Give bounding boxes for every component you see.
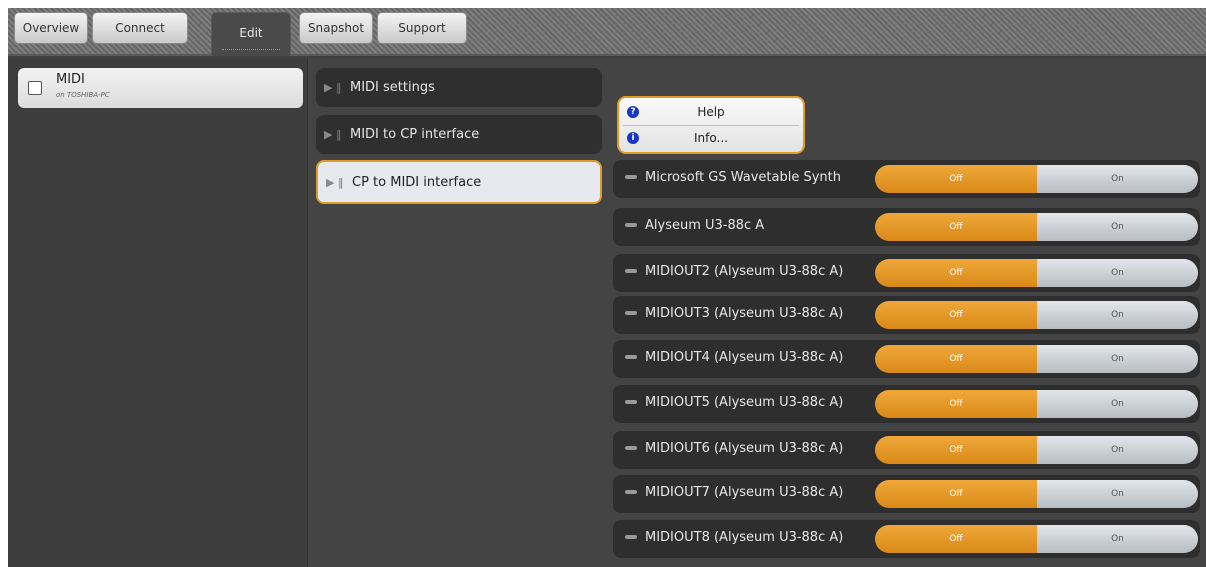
device-panel: MIDI on TOSHIBA-PC	[8, 58, 308, 567]
device-name: MIDI	[56, 72, 85, 87]
collapse-icon[interactable]	[625, 446, 637, 450]
chevron-right-icon: ▶	[324, 81, 333, 94]
port-row: MIDIOUT8 (Alyseum U3-88c A) Off On	[613, 520, 1200, 558]
collapse-icon[interactable]	[625, 490, 637, 494]
toggle-on[interactable]: On	[1037, 165, 1198, 193]
port-toggle[interactable]: Off On	[875, 165, 1198, 193]
port-name: MIDIOUT6 (Alyseum U3-88c A)	[645, 441, 844, 456]
device-checkbox[interactable]	[28, 81, 42, 95]
port-row: MIDIOUT6 (Alyseum U3-88c A) Off On	[613, 431, 1200, 469]
toggle-on[interactable]: On	[1037, 301, 1198, 329]
nav-midi-settings[interactable]: ▶ || MIDI settings	[316, 68, 602, 107]
tab-snapshot[interactable]: Snapshot	[299, 12, 373, 44]
toggle-on[interactable]: On	[1037, 390, 1198, 418]
nav-label: MIDI settings	[350, 80, 435, 95]
port-name: MIDIOUT3 (Alyseum U3-88c A)	[645, 306, 844, 321]
tab-edit[interactable]: Edit	[211, 12, 291, 56]
device-host: on TOSHIBA-PC	[56, 91, 110, 99]
navigation-panel: ▶ || MIDI settings ▶ || MIDI to CP inter…	[308, 58, 608, 567]
toggle-on[interactable]: On	[1037, 525, 1198, 553]
collapse-icon[interactable]	[625, 175, 637, 179]
port-name: MIDIOUT4 (Alyseum U3-88c A)	[645, 350, 844, 365]
toggle-on[interactable]: On	[1037, 436, 1198, 464]
toggle-on[interactable]: On	[1037, 213, 1198, 241]
port-toggle[interactable]: Off On	[875, 436, 1198, 464]
menu-divider	[623, 125, 799, 126]
port-row: Alyseum U3-88c A Off On	[613, 208, 1200, 246]
menu-label: Help	[697, 105, 725, 119]
chevron-right-icon: ▶	[324, 128, 333, 141]
port-name: MIDIOUT2 (Alyseum U3-88c A)	[645, 264, 844, 279]
toggle-on[interactable]: On	[1037, 480, 1198, 508]
toggle-off[interactable]: Off	[875, 301, 1037, 329]
collapse-icon[interactable]	[625, 311, 637, 315]
mixer-icon: ||	[336, 128, 341, 141]
port-toggle[interactable]: Off On	[875, 525, 1198, 553]
collapse-icon[interactable]	[625, 355, 637, 359]
menu-item-info[interactable]: i Info...	[619, 128, 803, 150]
nav-midi-to-cp[interactable]: ▶ || MIDI to CP interface	[316, 115, 602, 154]
toggle-off[interactable]: Off	[875, 259, 1037, 287]
toggle-off[interactable]: Off	[875, 213, 1037, 241]
collapse-icon[interactable]	[625, 269, 637, 273]
port-row: MIDIOUT5 (Alyseum U3-88c A) Off On	[613, 385, 1200, 423]
nav-label: MIDI to CP interface	[350, 127, 480, 142]
device-card[interactable]: MIDI on TOSHIBA-PC	[18, 68, 303, 108]
context-menu: ? Help i Info...	[617, 96, 805, 154]
nav-label: CP to MIDI interface	[352, 174, 482, 190]
menu-label: Info...	[694, 131, 728, 145]
collapse-icon[interactable]	[625, 223, 637, 227]
tab-overview[interactable]: Overview	[14, 12, 88, 44]
toggle-off[interactable]: Off	[875, 390, 1037, 418]
tab-connect[interactable]: Connect	[92, 12, 188, 44]
port-name: Microsoft GS Wavetable Synth	[645, 170, 842, 185]
port-toggle[interactable]: Off On	[875, 345, 1198, 373]
mixer-icon: ||	[338, 175, 343, 189]
port-row: MIDIOUT2 (Alyseum U3-88c A) Off On	[613, 254, 1200, 292]
menu-item-help[interactable]: ? Help	[619, 102, 803, 124]
toggle-on[interactable]: On	[1037, 345, 1198, 373]
toggle-off[interactable]: Off	[875, 165, 1037, 193]
tab-support[interactable]: Support	[377, 12, 467, 44]
collapse-icon[interactable]	[625, 535, 637, 539]
app-window: Overview Connect Edit Snapshot Support M…	[8, 8, 1206, 567]
port-toggle[interactable]: Off On	[875, 390, 1198, 418]
toggle-off[interactable]: Off	[875, 525, 1037, 553]
port-row: MIDIOUT7 (Alyseum U3-88c A) Off On	[613, 475, 1200, 513]
port-toggle[interactable]: Off On	[875, 213, 1198, 241]
toggle-off[interactable]: Off	[875, 436, 1037, 464]
port-name: Alyseum U3-88c A	[645, 218, 765, 233]
mixer-icon: ||	[336, 81, 341, 94]
port-row: MIDIOUT3 (Alyseum U3-88c A) Off On	[613, 296, 1200, 334]
collapse-icon[interactable]	[625, 400, 637, 404]
chevron-right-icon: ▶	[326, 175, 335, 189]
toggle-on[interactable]: On	[1037, 259, 1198, 287]
port-toggle[interactable]: Off On	[875, 301, 1198, 329]
port-name: MIDIOUT5 (Alyseum U3-88c A)	[645, 395, 844, 410]
nav-cp-to-midi[interactable]: ▶ || CP to MIDI interface	[316, 160, 602, 204]
port-toggle[interactable]: Off On	[875, 480, 1198, 508]
tab-bar: Overview Connect Edit Snapshot Support	[8, 8, 1206, 56]
toggle-off[interactable]: Off	[875, 345, 1037, 373]
port-row: Microsoft GS Wavetable Synth Off On	[613, 160, 1200, 198]
port-name: MIDIOUT7 (Alyseum U3-88c A)	[645, 485, 844, 500]
port-toggle[interactable]: Off On	[875, 259, 1198, 287]
toggle-off[interactable]: Off	[875, 480, 1037, 508]
port-name: MIDIOUT8 (Alyseum U3-88c A)	[645, 530, 844, 545]
port-row: MIDIOUT4 (Alyseum U3-88c A) Off On	[613, 340, 1200, 378]
